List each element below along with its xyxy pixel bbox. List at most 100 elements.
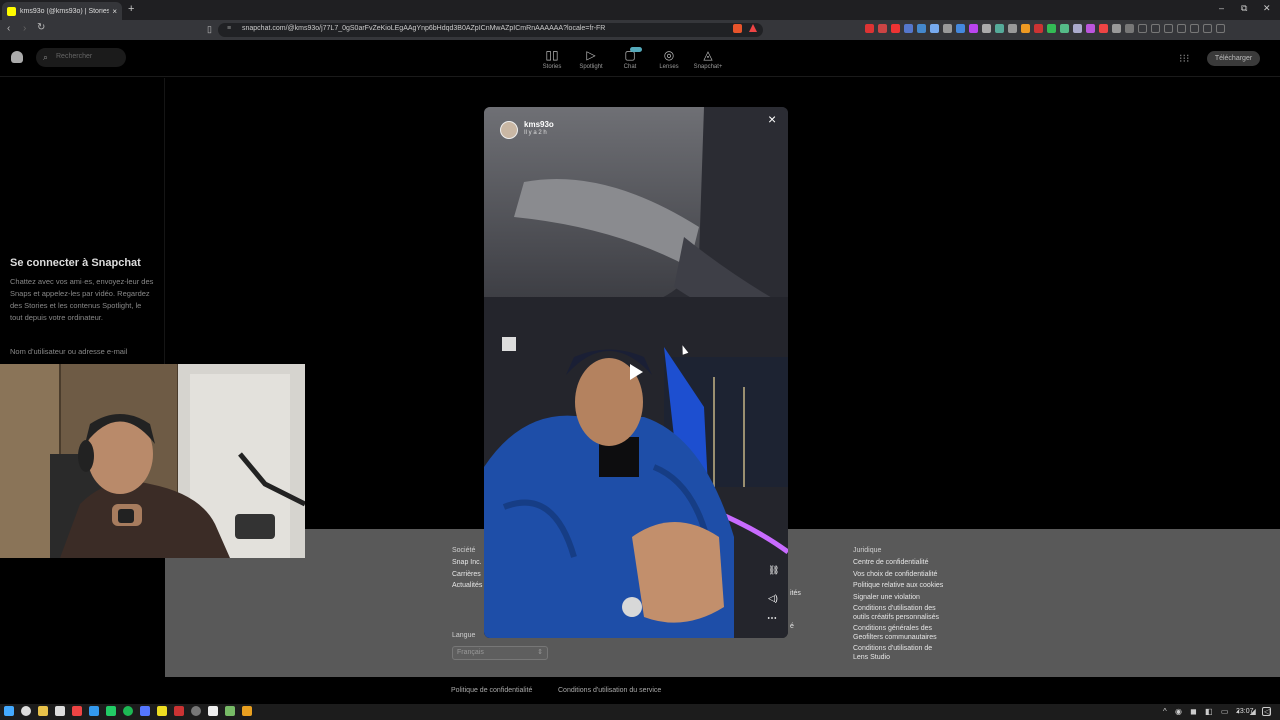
browser-tab[interactable]: kms93o (@kms93o) | Stories, Sp ×: [2, 2, 122, 20]
footer-link[interactable]: Politique relative aux cookies: [853, 582, 953, 589]
nav-snapchat-plus[interactable]: ◬ Snapchat+: [688, 46, 728, 70]
avatar[interactable]: [500, 121, 518, 139]
taskbar-clock[interactable]: 23:07: [1236, 708, 1254, 715]
stories-icon: ▯▯: [545, 48, 559, 62]
extension-icon[interactable]: [1034, 24, 1043, 33]
play-icon[interactable]: [630, 364, 643, 380]
extension-icon[interactable]: [891, 24, 900, 33]
footer-link[interactable]: Vos choix de confidentialité: [853, 571, 953, 578]
close-window-button[interactable]: ✕: [1263, 3, 1271, 14]
snapchat-ghost-icon[interactable]: [11, 51, 23, 63]
terms-of-service-link[interactable]: Conditions d'utilisation du service: [558, 687, 661, 694]
spotlight-icon: ▷: [586, 48, 596, 62]
nav-lenses[interactable]: ◎ Lenses: [649, 46, 689, 70]
discord-icon[interactable]: [140, 706, 150, 716]
notifications-icon[interactable]: [1262, 707, 1271, 716]
extension-icon[interactable]: [1073, 24, 1082, 33]
footer-link[interactable]: Actualités: [452, 582, 482, 589]
active-app-icon[interactable]: [242, 706, 252, 716]
vpn-icon[interactable]: [1190, 24, 1199, 33]
steam-icon[interactable]: [208, 706, 218, 716]
extension-icon[interactable]: [878, 24, 887, 33]
extension-icon[interactable]: [1021, 24, 1030, 33]
extension-icon[interactable]: [995, 24, 1004, 33]
more-icon[interactable]: ⋯: [767, 613, 777, 624]
restore-button[interactable]: ⧉: [1241, 3, 1247, 14]
app-icon[interactable]: [89, 706, 99, 716]
download-icon[interactable]: [1177, 24, 1186, 33]
volume-icon[interactable]: ◁): [768, 593, 778, 604]
url-field[interactable]: ≡ snapchat.com/@kms93o/j77L7_0gS0arFvZeK…: [218, 23, 763, 37]
puzzle-icon[interactable]: [1125, 24, 1134, 33]
close-icon[interactable]: ×: [768, 111, 776, 127]
extension-icon[interactable]: [930, 24, 939, 33]
download-button[interactable]: Télécharger: [1207, 51, 1260, 66]
tab-title: kms93o (@kms93o) | Stories, Sp: [20, 7, 110, 15]
extension-icon[interactable]: [1138, 24, 1147, 33]
extension-icon[interactable]: [982, 24, 991, 33]
bookmark-icon[interactable]: ▯: [207, 24, 212, 35]
extension-icon[interactable]: [969, 24, 978, 33]
story-username[interactable]: kms93o: [524, 120, 554, 129]
search-input[interactable]: ⌕ Rechercher: [36, 48, 126, 67]
extension-icon[interactable]: [1060, 24, 1069, 33]
story-viewer[interactable]: kms93o Il y a 2 h × ⛓ ◁) ⋯: [484, 107, 788, 638]
tab-close-icon[interactable]: ×: [112, 7, 117, 16]
wallet-icon[interactable]: [1164, 24, 1173, 33]
app-icon[interactable]: [55, 706, 65, 716]
search-icon[interactable]: [21, 706, 31, 716]
app-icon[interactable]: [157, 706, 167, 716]
windows-start-icon[interactable]: [4, 706, 14, 716]
app-icon[interactable]: [225, 706, 235, 716]
apps-grid-icon[interactable]: ⁝⁝⁝: [1179, 52, 1190, 65]
spotify-icon[interactable]: [123, 706, 133, 716]
webcam-overlay: [0, 364, 305, 558]
whatsapp-icon[interactable]: [106, 706, 116, 716]
footer-heading-juridique: Juridique: [853, 547, 882, 554]
nav-spotlight[interactable]: ▷ Spotlight: [571, 46, 611, 70]
search-placeholder: Rechercher: [56, 53, 93, 60]
extension-icon[interactable]: [917, 24, 926, 33]
extension-icon[interactable]: [904, 24, 913, 33]
forward-icon[interactable]: ›: [23, 23, 26, 34]
extension-icon[interactable]: [943, 24, 952, 33]
obs-icon[interactable]: [191, 706, 201, 716]
nav-stories[interactable]: ▯▯ Stories: [532, 46, 572, 70]
brave-icon[interactable]: [72, 706, 82, 716]
file-explorer-icon[interactable]: [38, 706, 48, 716]
footer-partial-link[interactable]: ités: [790, 590, 801, 597]
site-info-icon[interactable]: ≡: [227, 25, 231, 32]
new-tab-button[interactable]: +: [128, 3, 134, 15]
brave-shield-icon[interactable]: [733, 24, 742, 33]
footer-link[interactable]: Carrières: [452, 571, 481, 578]
language-select[interactable]: Français ⇕: [452, 646, 548, 660]
extension-icon[interactable]: [1008, 24, 1017, 33]
minimize-button[interactable]: –: [1219, 3, 1224, 13]
footer-partial-link[interactable]: é: [790, 623, 794, 630]
footer-link[interactable]: Conditions d'utilisation de Lens Studio: [853, 645, 945, 662]
footer-link[interactable]: Signaler une violation: [853, 594, 953, 601]
footer-link[interactable]: Snap Inc.: [452, 559, 482, 566]
reload-icon[interactable]: ↻: [37, 22, 45, 33]
footer-link[interactable]: Centre de confidentialité: [853, 559, 953, 566]
chat-badge: [630, 47, 642, 52]
extension-icon[interactable]: [1086, 24, 1095, 33]
link-icon[interactable]: ⛓: [768, 565, 779, 576]
menu-icon[interactable]: [1216, 24, 1225, 33]
footer-heading-societe: Société: [452, 547, 476, 554]
sidebar-toggle-icon[interactable]: [1151, 24, 1160, 33]
footer-link[interactable]: Conditions générales des Geofilters comm…: [853, 625, 945, 642]
extension-icon[interactable]: [1047, 24, 1056, 33]
browser-tab-bar: [0, 0, 1280, 20]
app-icon[interactable]: [174, 706, 184, 716]
privacy-policy-link[interactable]: Politique de confidentialité: [451, 687, 532, 694]
profile-icon[interactable]: [1203, 24, 1212, 33]
system-tray[interactable]: ^ ◉ ◼ ◧ ▭ ◐ ◢ ◁: [1163, 707, 1273, 716]
back-icon[interactable]: ‹: [7, 23, 10, 34]
extension-icon[interactable]: [1112, 24, 1121, 33]
rewards-icon[interactable]: [749, 24, 757, 32]
extension-icon[interactable]: [956, 24, 965, 33]
extension-icon[interactable]: [865, 24, 874, 33]
footer-link[interactable]: Conditions d'utilisation des outils créa…: [853, 605, 945, 622]
extension-icon[interactable]: [1099, 24, 1108, 33]
